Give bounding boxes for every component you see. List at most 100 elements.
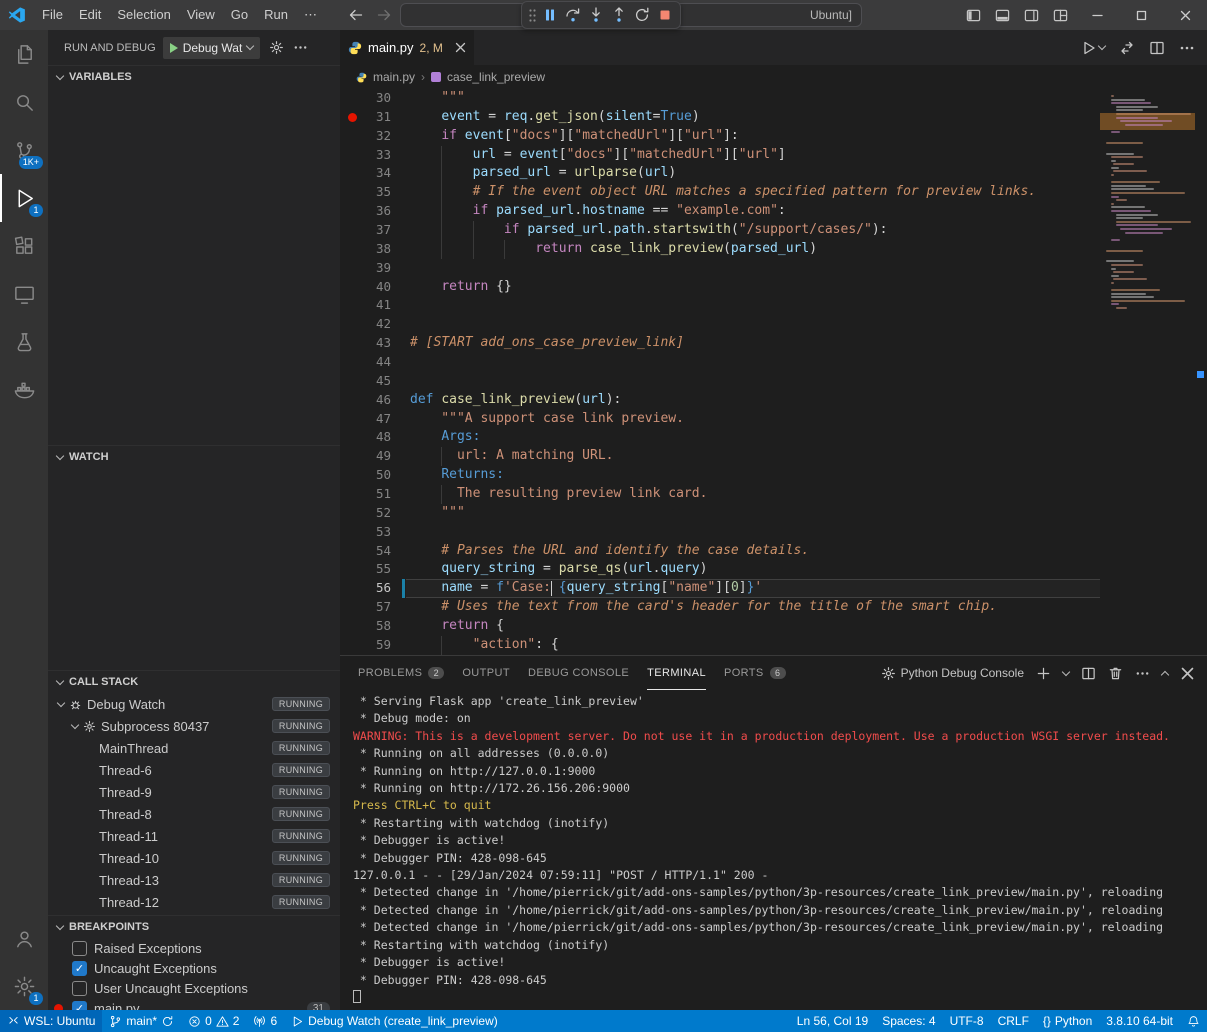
code-area[interactable]: 30 """31 event = req.get_json(silent=Tru… xyxy=(340,89,1100,655)
menu-selection[interactable]: Selection xyxy=(109,7,178,22)
menu-run[interactable]: Run xyxy=(256,7,296,22)
code-line[interactable]: 50 Returns: xyxy=(340,466,1100,485)
menu-item[interactable]: ⋯ xyxy=(296,7,325,22)
checkbox[interactable]: ✓ xyxy=(72,961,87,976)
gutter-cell[interactable]: 50 xyxy=(340,466,406,485)
ports-item[interactable]: 6 xyxy=(246,1010,284,1032)
activity-accounts[interactable] xyxy=(0,914,48,962)
gutter-cell[interactable]: 57 xyxy=(340,598,406,617)
code-line[interactable]: 47 """A support case link preview. xyxy=(340,410,1100,429)
problems-item[interactable]: 0 2 xyxy=(181,1010,246,1032)
gutter-cell[interactable]: 30 xyxy=(340,89,406,108)
gutter-cell[interactable]: 59 xyxy=(340,636,406,655)
activity-extensions[interactable] xyxy=(0,222,48,270)
activity-explorer[interactable] xyxy=(0,30,48,78)
panel-tab-ports[interactable]: PORTS6 xyxy=(724,656,786,690)
toggle-secondary-sidebar-icon[interactable] xyxy=(1017,0,1046,30)
minimap[interactable] xyxy=(1100,89,1195,655)
indentation-item[interactable]: Spaces: 4 xyxy=(875,1010,942,1032)
drag-grip-icon[interactable] xyxy=(526,4,538,26)
breadcrumb-file[interactable]: main.py xyxy=(373,70,415,84)
minimize-button[interactable] xyxy=(1075,0,1119,30)
tab-close-icon[interactable] xyxy=(455,42,466,53)
overview-ruler[interactable] xyxy=(1195,89,1207,655)
tab-main-py[interactable]: main.py 2, M xyxy=(340,30,474,65)
callstack-item-thread-6[interactable]: Thread-6RUNNING xyxy=(48,759,340,781)
breakpoint-item-uncaught-exceptions[interactable]: ✓Uncaught Exceptions xyxy=(48,958,340,978)
code-line[interactable]: 37 if parsed_url.path.startswith("/suppo… xyxy=(340,221,1100,240)
run-python-file-button[interactable] xyxy=(1081,40,1105,56)
code-line[interactable]: 44 xyxy=(340,353,1100,372)
breakpoint-item-raised-exceptions[interactable]: Raised Exceptions xyxy=(48,938,340,958)
code-line[interactable]: 40 return {} xyxy=(340,278,1100,297)
breakpoint-item-main-py[interactable]: ✓main.py31 xyxy=(48,998,340,1010)
gutter-cell[interactable]: 45 xyxy=(340,372,406,391)
more-actions-icon[interactable] xyxy=(293,40,308,55)
customize-layout-icon[interactable] xyxy=(1046,0,1075,30)
command-center[interactable]: Ubuntu] xyxy=(400,3,862,27)
code-line[interactable]: 51 The resulting preview link card. xyxy=(340,485,1100,504)
activity-settings[interactable]: 1 xyxy=(0,962,48,1010)
close-button[interactable] xyxy=(1163,0,1207,30)
code-line[interactable]: 41 xyxy=(340,296,1100,315)
gutter-cell[interactable]: 32 xyxy=(340,127,406,146)
code-line[interactable]: 31 event = req.get_json(silent=True) xyxy=(340,108,1100,127)
code-line[interactable]: 38 return case_link_preview(parsed_url) xyxy=(340,240,1100,259)
restart-button[interactable] xyxy=(630,4,653,26)
code-line[interactable]: 39 xyxy=(340,259,1100,278)
maximize-button[interactable] xyxy=(1119,0,1163,30)
callstack-item-thread-13[interactable]: Thread-13RUNNING xyxy=(48,869,340,891)
language-item[interactable]: {} Python xyxy=(1036,1010,1099,1032)
terminal-dropdown-icon[interactable] xyxy=(1062,667,1070,675)
variables-header[interactable]: VARIABLES xyxy=(48,66,340,88)
gutter-cell[interactable]: 38 xyxy=(340,240,406,259)
checkbox[interactable]: ✓ xyxy=(72,1001,87,1011)
gutter-cell[interactable]: 35 xyxy=(340,183,406,202)
gutter-cell[interactable]: 54 xyxy=(340,542,406,561)
gutter-cell[interactable]: 42 xyxy=(340,315,406,334)
activity-run-and-debug[interactable]: 1 xyxy=(0,174,48,222)
activity-remote-explorer[interactable] xyxy=(0,270,48,318)
callstack-item-thread-11[interactable]: Thread-11RUNNING xyxy=(48,825,340,847)
go-back-icon[interactable] xyxy=(348,7,364,23)
gutter-cell[interactable]: 34 xyxy=(340,164,406,183)
gutter-cell[interactable]: 48 xyxy=(340,428,406,447)
kill-terminal-icon[interactable] xyxy=(1108,666,1123,681)
gutter-cell[interactable]: 46 xyxy=(340,391,406,410)
step-into-button[interactable] xyxy=(584,4,607,26)
eol-item[interactable]: CRLF xyxy=(991,1010,1036,1032)
launch-config-dropdown[interactable]: Debug Wat xyxy=(163,37,261,59)
callstack-item-thread-10[interactable]: Thread-10RUNNING xyxy=(48,847,340,869)
close-panel-icon[interactable] xyxy=(1180,666,1195,681)
callstack-item-mainthread[interactable]: MainThreadRUNNING xyxy=(48,737,340,759)
code-line[interactable]: 57 # Uses the text from the card's heade… xyxy=(340,598,1100,617)
breakpoint-dot[interactable] xyxy=(348,113,357,122)
gutter-cell[interactable]: 55 xyxy=(340,560,406,579)
more-editor-actions-icon[interactable] xyxy=(1179,40,1195,56)
panel-tab-problems[interactable]: PROBLEMS2 xyxy=(358,656,444,690)
code-line[interactable]: 30 """ xyxy=(340,89,1100,108)
encoding-item[interactable]: UTF-8 xyxy=(943,1010,991,1032)
gutter-cell[interactable]: 47 xyxy=(340,410,406,429)
remote-indicator[interactable]: WSL: Ubuntu xyxy=(0,1010,102,1032)
breakpoints-header[interactable]: BREAKPOINTS xyxy=(48,916,340,938)
activity-source-control[interactable]: 1K+ xyxy=(0,126,48,174)
configure-gear-icon[interactable] xyxy=(269,40,284,55)
code-line[interactable]: 52 """ xyxy=(340,504,1100,523)
git-branch-item[interactable]: main* xyxy=(102,1010,181,1032)
gutter-cell[interactable]: 52 xyxy=(340,504,406,523)
code-line[interactable]: 46def case_link_preview(url): xyxy=(340,391,1100,410)
code-line[interactable]: 55 query_string = parse_qs(url.query) xyxy=(340,560,1100,579)
activity-testing[interactable] xyxy=(0,318,48,366)
sync-icon[interactable] xyxy=(161,1015,174,1028)
gutter-cell[interactable]: 41 xyxy=(340,296,406,315)
code-line[interactable]: 42 xyxy=(340,315,1100,334)
call-stack-header[interactable]: CALL STACK xyxy=(48,671,340,693)
activity-docker[interactable] xyxy=(0,366,48,414)
code-line[interactable]: 56 name = f'Case: {query_string["name"][… xyxy=(340,579,1100,598)
activity-search[interactable] xyxy=(0,78,48,126)
gutter-cell[interactable]: 43 xyxy=(340,334,406,353)
panel-tab-output[interactable]: OUTPUT xyxy=(462,656,510,690)
menu-edit[interactable]: Edit xyxy=(71,7,109,22)
code-line[interactable]: 43# [START add_ons_case_preview_link] xyxy=(340,334,1100,353)
